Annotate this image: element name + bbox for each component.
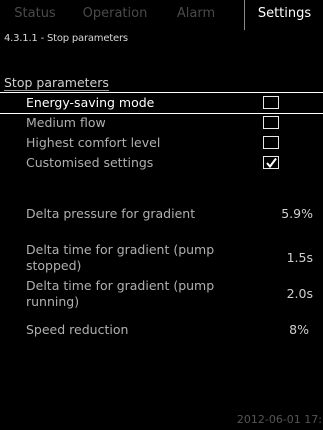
param-label: Delta pressure for gradient [26,206,196,221]
param-label: Speed reduction [26,322,129,337]
checkbox[interactable] [263,96,279,109]
tab-status[interactable]: Status [0,0,70,30]
option-label: Customised settings [26,155,154,170]
param-value: 2.0s [286,286,313,301]
option-label: Energy-saving mode [26,95,155,110]
param-delta-time-running[interactable]: Delta time for gradient (pump running) 2… [0,278,323,312]
tab-operation[interactable]: Operation [72,0,158,30]
option-highest-comfort-level[interactable]: Highest comfort level [0,133,323,153]
option-medium-flow[interactable]: Medium flow [0,113,323,133]
tab-bar: Status Operation Alarm Settings [0,0,323,30]
checkbox[interactable] [263,116,279,129]
param-label: Delta time for gradient (pump running) [26,278,215,309]
tab-alarm[interactable]: Alarm [160,0,232,30]
checkbox[interactable] [263,136,279,149]
checkbox[interactable] [263,156,279,169]
param-value: 8% [289,322,309,337]
param-delta-time-stopped[interactable]: Delta time for gradient (pump stopped) 1… [0,242,323,276]
option-label: Medium flow [26,115,106,130]
option-energy-saving-mode[interactable]: Energy-saving mode [0,92,323,114]
option-customised-settings[interactable]: Customised settings [0,153,323,173]
tab-settings[interactable]: Settings [244,0,323,30]
section-title: Stop parameters [4,75,109,91]
option-label: Highest comfort level [26,135,161,150]
timestamp: 2012-06-01 17:5 [236,413,323,426]
param-speed-reduction[interactable]: Speed reduction 8% [0,322,323,342]
param-value: 1.5s [286,250,313,265]
checkmark-icon [266,157,277,169]
param-value: 5.9% [281,206,313,221]
param-delta-pressure[interactable]: Delta pressure for gradient 5.9% [0,206,323,226]
breadcrumb: 4.3.1.1 - Stop parameters [4,33,128,44]
param-label: Delta time for gradient (pump stopped) [26,242,215,273]
